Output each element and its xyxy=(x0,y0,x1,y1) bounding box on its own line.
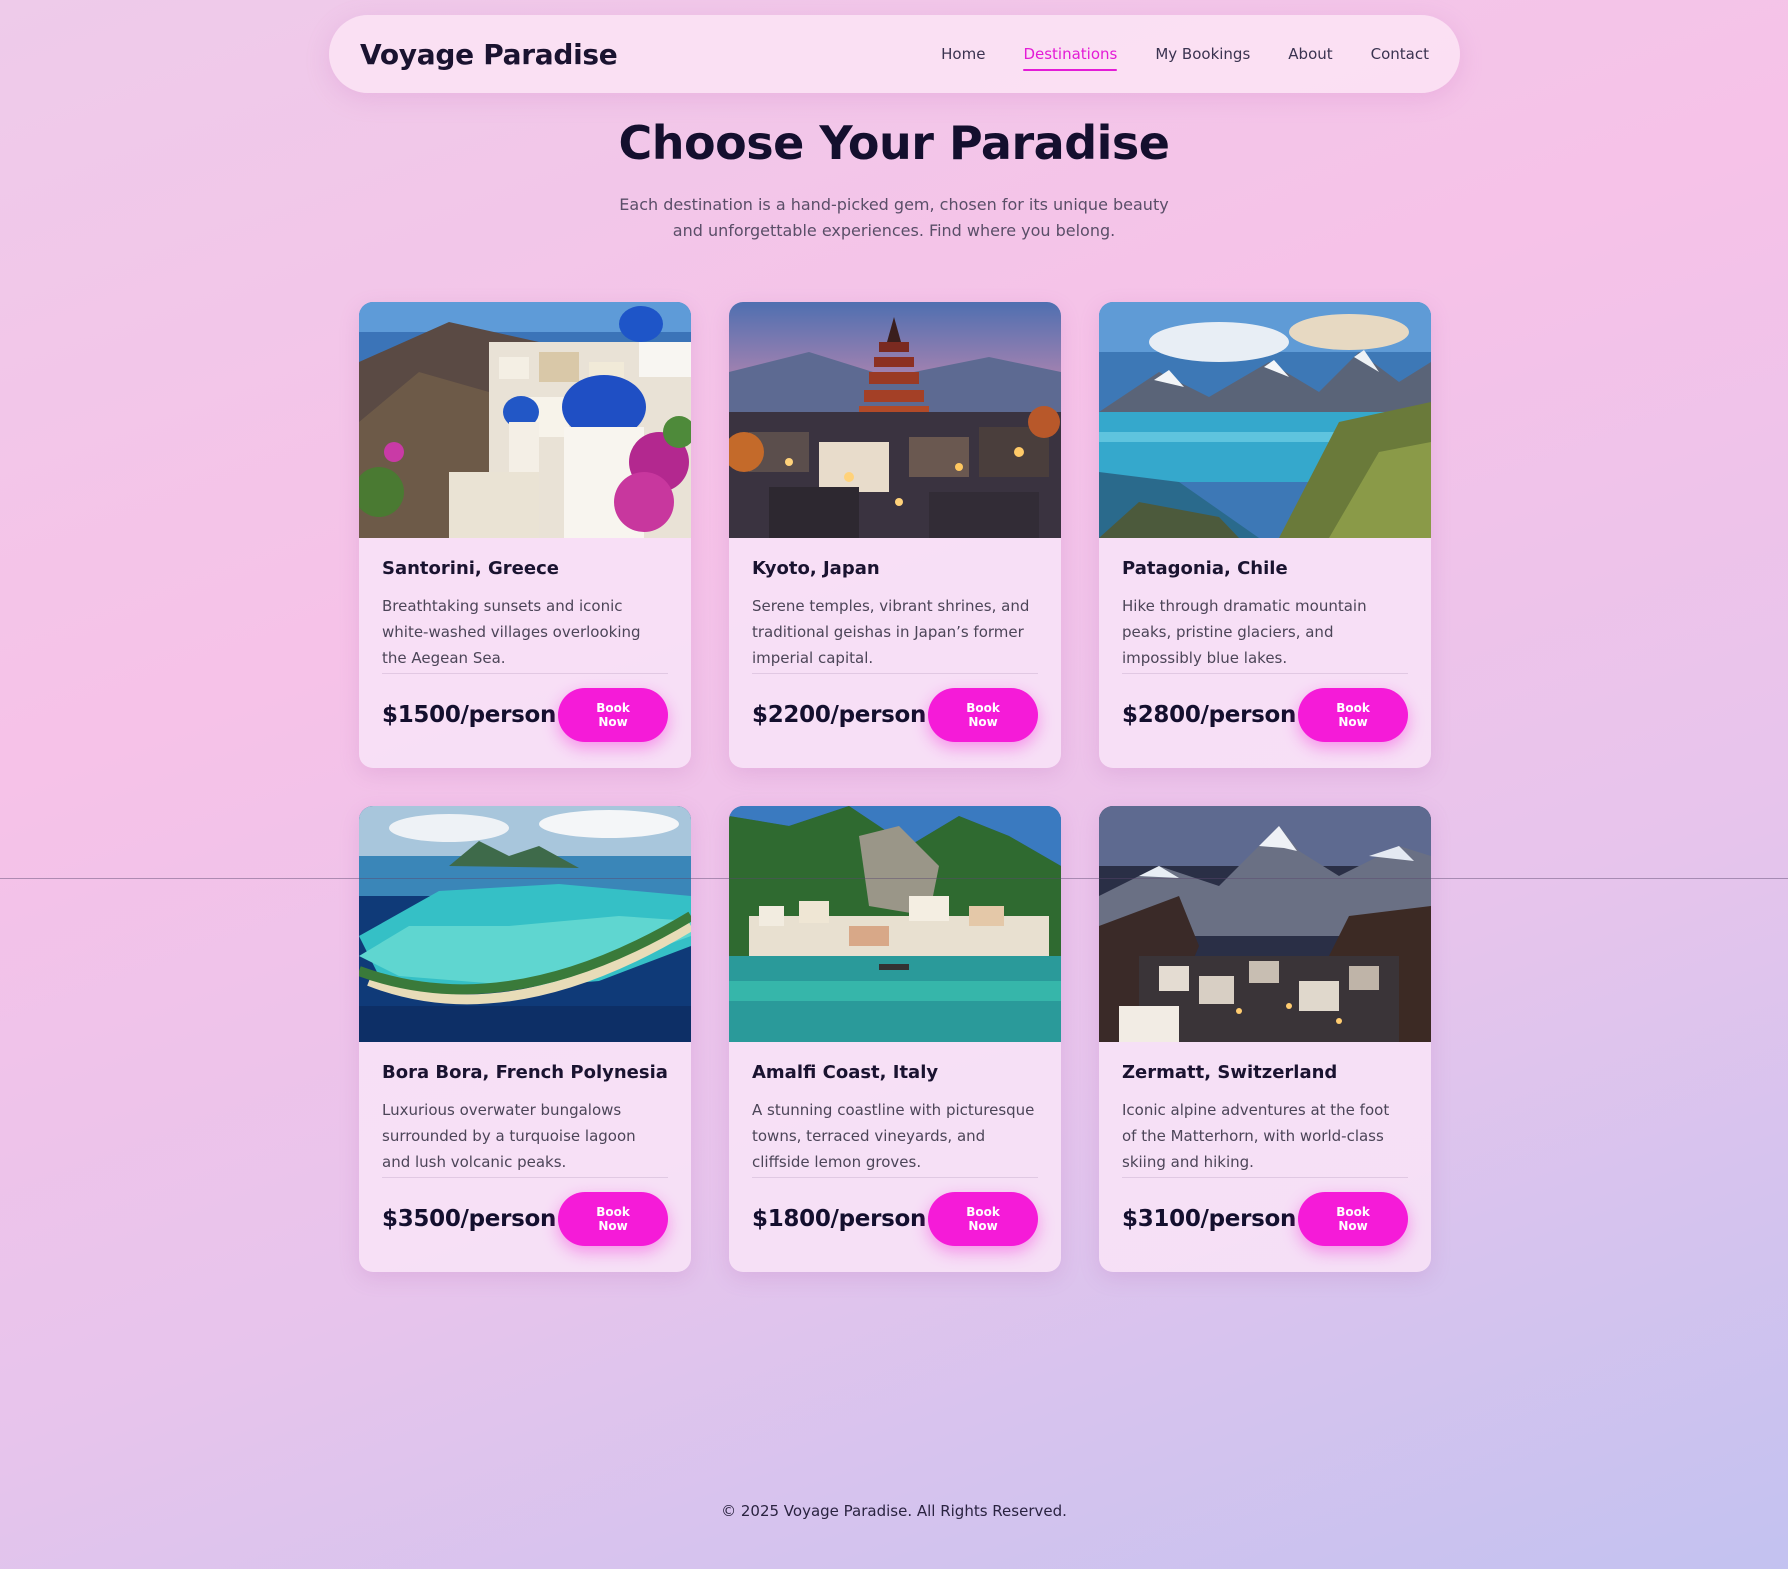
destination-price: $3500/person xyxy=(382,1206,557,1232)
nav-destinations[interactable]: Destinations xyxy=(1023,39,1117,71)
book-now-button[interactable]: Book Now xyxy=(1298,1192,1408,1246)
card-footer: $3100/person Book Now xyxy=(1122,1192,1408,1246)
footer: © 2025 Voyage Paradise. All Rights Reser… xyxy=(0,1502,1788,1520)
bora-bora-photo xyxy=(359,806,691,1042)
card-divider xyxy=(1122,673,1408,674)
page-title: Choose Your Paradise xyxy=(618,116,1170,170)
destination-card-amalfi: Amalfi Coast, Italy A stunning coastline… xyxy=(729,806,1061,1272)
destination-card-patagonia: Patagonia, Chile Hike through dramatic m… xyxy=(1099,302,1431,768)
card-divider xyxy=(1122,1177,1408,1178)
amalfi-photo xyxy=(729,806,1061,1042)
card-body: Kyoto, Japan Serene temples, vibrant shr… xyxy=(729,538,1061,768)
book-now-button[interactable]: Book Now xyxy=(1298,688,1408,742)
footer-copyright: © 2025 Voyage Paradise. All Rights Reser… xyxy=(721,1502,1067,1520)
card-divider xyxy=(752,673,1038,674)
patagonia-photo xyxy=(1099,302,1431,538)
destination-price: $2200/person xyxy=(752,702,927,728)
destination-price: $1800/person xyxy=(752,1206,927,1232)
destination-card-bora-bora: Bora Bora, French Polynesia Luxurious ov… xyxy=(359,806,691,1272)
kyoto-photo xyxy=(729,302,1061,538)
card-footer: $3500/person Book Now xyxy=(382,1192,668,1246)
destination-description: Serene temples, vibrant shrines, and tra… xyxy=(752,597,1030,667)
card-body: Zermatt, Switzerland Iconic alpine adven… xyxy=(1099,1042,1431,1272)
destination-grid: Santorini, Greece Breathtaking sunsets a… xyxy=(359,302,1431,1272)
destination-price: $2800/person xyxy=(1122,702,1297,728)
destination-name: Zermatt, Switzerland xyxy=(1122,1062,1338,1083)
destination-name: Amalfi Coast, Italy xyxy=(752,1062,939,1083)
nav-links: Home Destinations My Bookings About Cont… xyxy=(941,39,1429,71)
nav-my-bookings[interactable]: My Bookings xyxy=(1155,39,1250,69)
nav-contact[interactable]: Contact xyxy=(1371,39,1429,69)
card-body: Bora Bora, French Polynesia Luxurious ov… xyxy=(359,1042,691,1272)
destination-name: Kyoto, Japan xyxy=(752,558,880,579)
santorini-photo xyxy=(359,302,691,538)
card-body: Santorini, Greece Breathtaking sunsets a… xyxy=(359,538,691,768)
card-divider xyxy=(752,1177,1038,1178)
destination-name: Bora Bora, French Polynesia xyxy=(382,1062,668,1083)
destination-description: Breathtaking sunsets and iconic white-wa… xyxy=(382,597,641,667)
zermatt-photo xyxy=(1099,806,1431,1042)
destination-card-santorini: Santorini, Greece Breathtaking sunsets a… xyxy=(359,302,691,768)
card-footer: $2200/person Book Now xyxy=(752,688,1038,742)
card-footer: $2800/person Book Now xyxy=(1122,688,1408,742)
nav-home[interactable]: Home xyxy=(941,39,985,69)
book-now-button[interactable]: Book Now xyxy=(928,1192,1038,1246)
nav-about[interactable]: About xyxy=(1288,39,1332,69)
destination-name: Patagonia, Chile xyxy=(1122,558,1288,579)
destination-price: $3100/person xyxy=(1122,1206,1297,1232)
book-now-button[interactable]: Book Now xyxy=(558,1192,668,1246)
brand-logo[interactable]: Voyage Paradise xyxy=(360,38,618,71)
destination-description: Luxurious overwater bungalows surrounded… xyxy=(382,1101,636,1171)
destination-name: Santorini, Greece xyxy=(382,558,559,579)
book-now-button[interactable]: Book Now xyxy=(928,688,1038,742)
navbar: Voyage Paradise Home Destinations My Boo… xyxy=(329,15,1460,93)
destination-description: Iconic alpine adventures at the foot of … xyxy=(1122,1101,1390,1171)
card-body: Amalfi Coast, Italy A stunning coastline… xyxy=(729,1042,1061,1272)
book-now-button[interactable]: Book Now xyxy=(558,688,668,742)
horizontal-rule xyxy=(0,878,1788,879)
card-body: Patagonia, Chile Hike through dramatic m… xyxy=(1099,538,1431,768)
destination-card-zermatt: Zermatt, Switzerland Iconic alpine adven… xyxy=(1099,806,1431,1272)
destination-price: $1500/person xyxy=(382,702,557,728)
hero: Choose Your Paradise Each destination is… xyxy=(0,116,1788,244)
card-footer: $1800/person Book Now xyxy=(752,1192,1038,1246)
card-divider xyxy=(382,673,668,674)
card-divider xyxy=(382,1177,668,1178)
destination-description: Hike through dramatic mountain peaks, pr… xyxy=(1122,597,1367,667)
page-subtitle: Each destination is a hand-picked gem, c… xyxy=(619,195,1169,240)
destination-card-kyoto: Kyoto, Japan Serene temples, vibrant shr… xyxy=(729,302,1061,768)
card-footer: $1500/person Book Now xyxy=(382,688,668,742)
destination-description: A stunning coastline with picturesque to… xyxy=(752,1101,1035,1171)
